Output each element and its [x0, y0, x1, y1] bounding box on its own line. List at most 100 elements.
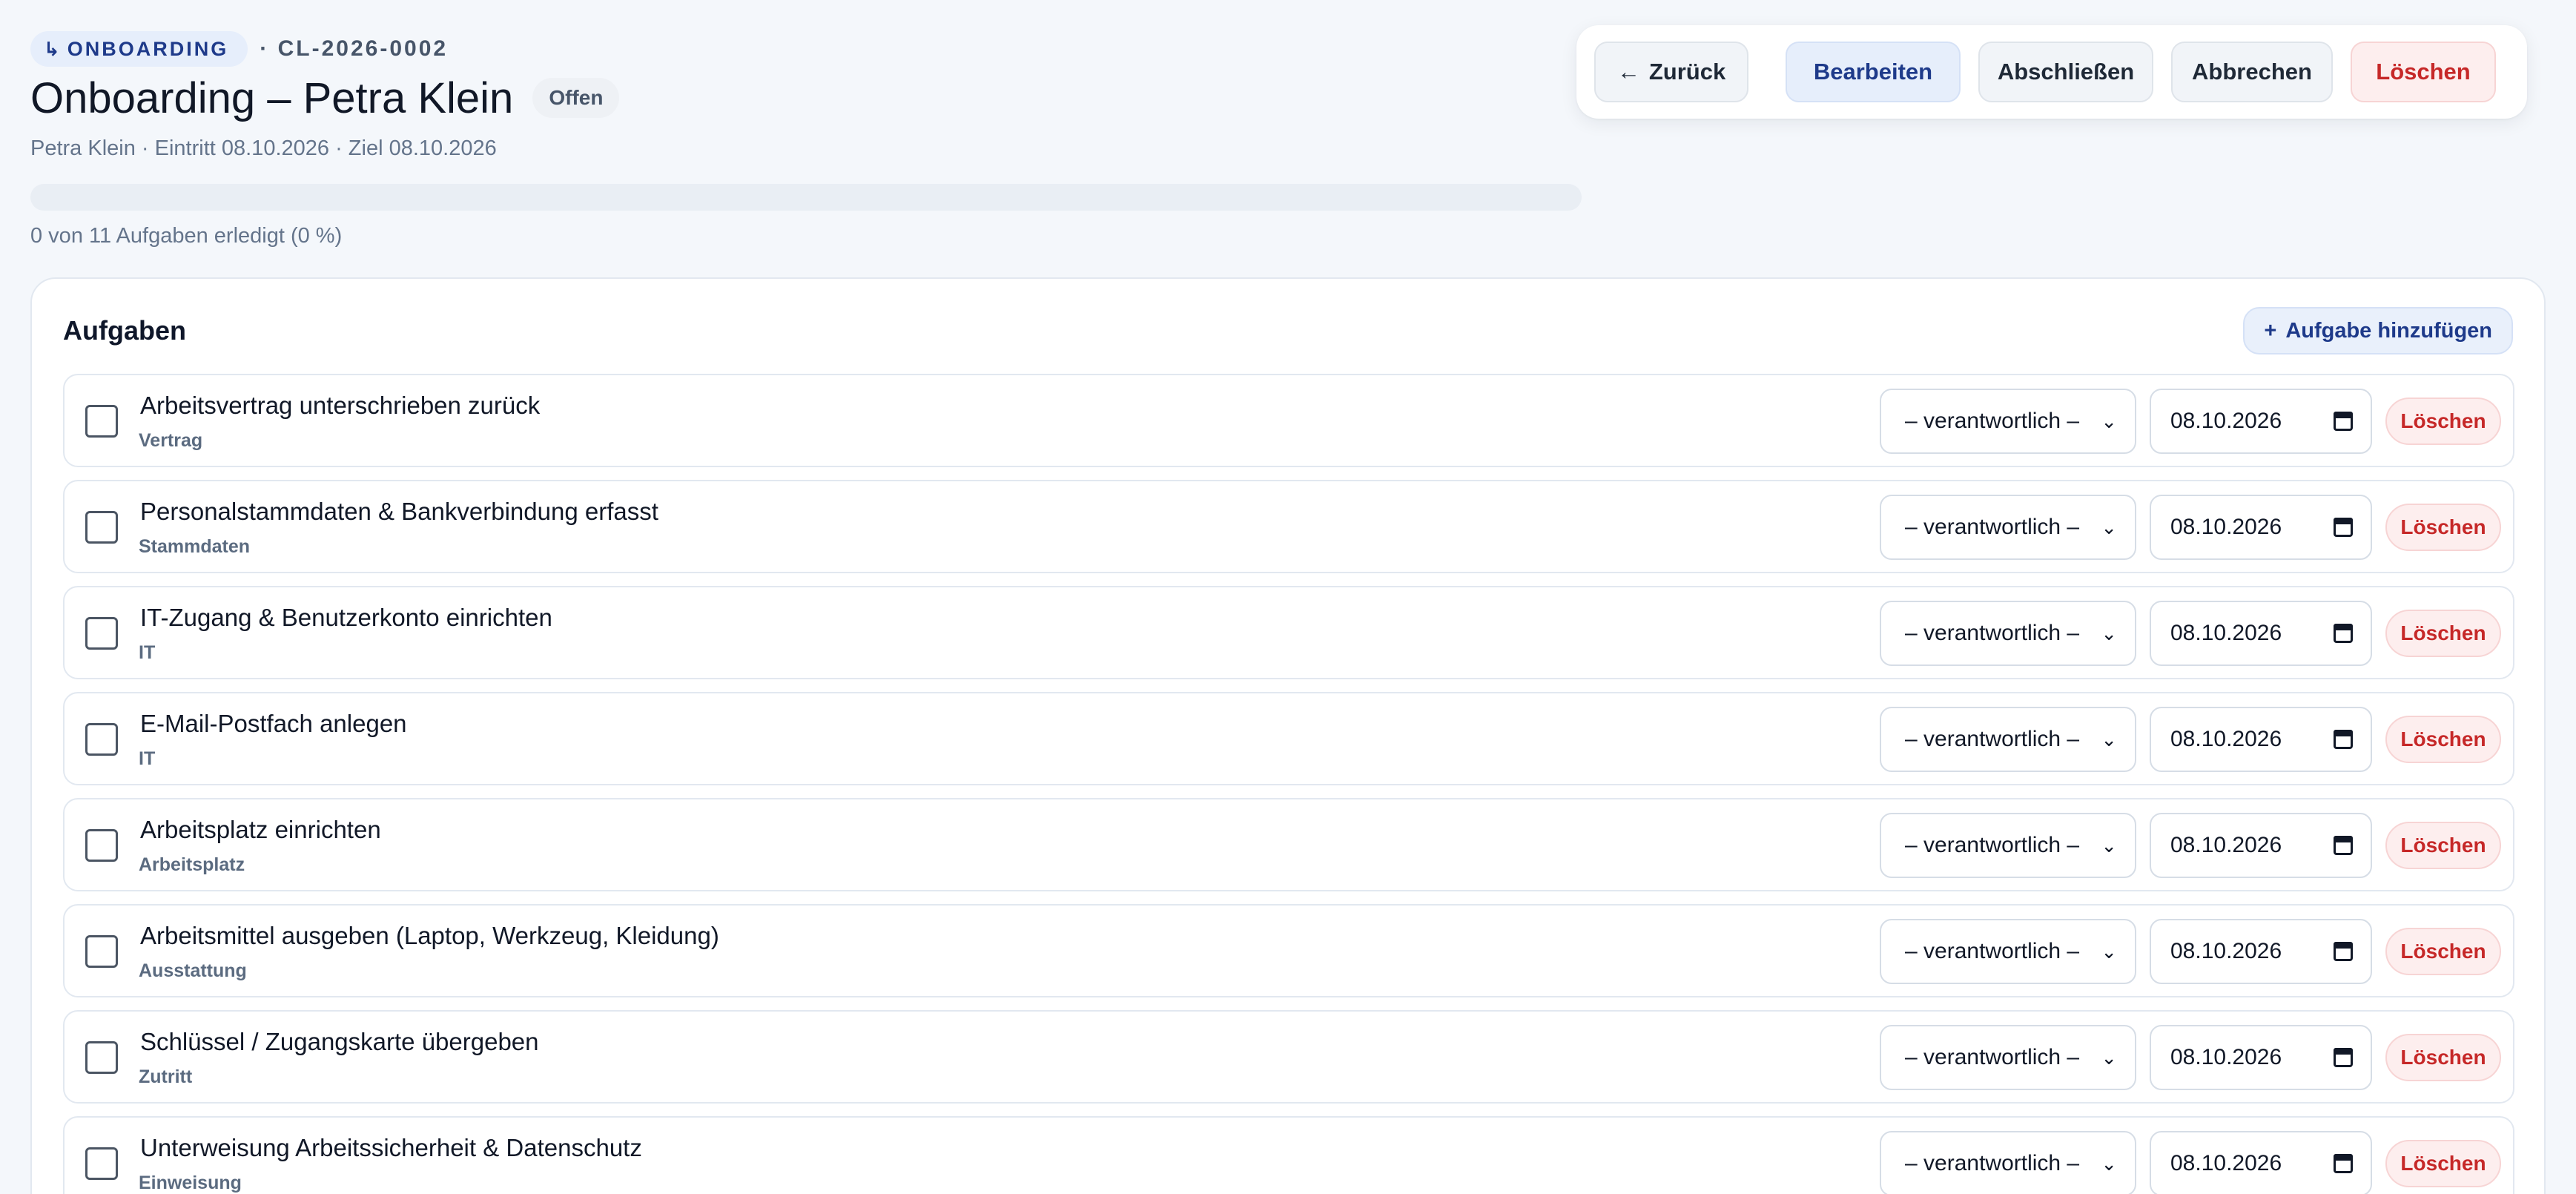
- calendar-icon[interactable]: [2334, 624, 2353, 643]
- chevron-down-icon: ⌄: [2101, 621, 2117, 644]
- task-delete-button[interactable]: Löschen: [2385, 716, 2501, 763]
- calendar-icon[interactable]: [2334, 412, 2353, 431]
- task-title: Unterweisung Arbeitssicherheit & Datensc…: [140, 1134, 642, 1161]
- task-row: IT-Zugang & Benutzerkonto einrichten IT – …: [63, 586, 2514, 679]
- due-date-input[interactable]: 08.10.2026: [2150, 601, 2372, 666]
- task-title: Arbeitsvertrag unterschrieben zurück: [140, 392, 541, 419]
- due-date-input[interactable]: 08.10.2026: [2150, 495, 2372, 560]
- calendar-icon[interactable]: [2334, 836, 2353, 855]
- task-delete-button[interactable]: Löschen: [2385, 610, 2501, 657]
- task-checkbox[interactable]: [85, 1147, 118, 1180]
- assignee-value: – verantwortlich –: [1905, 939, 2080, 963]
- due-date-input[interactable]: 08.10.2026: [2150, 389, 2372, 454]
- task-checkbox[interactable]: [85, 829, 118, 862]
- cancel-button[interactable]: Abbrechen: [2171, 42, 2333, 102]
- assignee-select[interactable]: – verantwortlich – ⌄: [1880, 495, 2136, 560]
- arrow-left-icon: ←: [1616, 59, 1640, 85]
- case-detail-page: ↳ ONBOARDING · CL-2026-0002 Onboarding –…: [30, 0, 2546, 1194]
- chevron-down-icon: ⌄: [2101, 940, 2117, 963]
- task-checkbox[interactable]: [85, 405, 118, 438]
- chevron-down-icon: ⌄: [2101, 515, 2117, 538]
- assignee-value: – verantwortlich –: [1905, 621, 2080, 645]
- case-subtitle: Petra Klein · Eintritt 08.10.2026 · Ziel…: [30, 136, 497, 160]
- chevron-down-icon: ⌄: [2101, 409, 2117, 432]
- case-kind-badge: ↳ ONBOARDING: [30, 31, 248, 67]
- back-button[interactable]: ← Zurück: [1594, 42, 1748, 102]
- add-task-label: Aufgabe hinzufügen: [2285, 318, 2492, 343]
- case-id: · CL-2026-0002: [260, 36, 449, 61]
- complete-button[interactable]: Abschließen: [1978, 42, 2153, 102]
- due-date-value: 08.10.2026: [2170, 939, 2282, 963]
- task-delete-button[interactable]: Löschen: [2385, 504, 2501, 551]
- action-toolbar: ← Zurück Bearbeiten Abschließen Abbreche…: [1576, 25, 2527, 119]
- assignee-select[interactable]: – verantwortlich – ⌄: [1880, 813, 2136, 878]
- task-row: Arbeitsvertrag unterschrieben zurück Vert…: [63, 374, 2514, 467]
- task-title: Arbeitsmittel ausgeben (Laptop, Werkzeug…: [140, 922, 719, 949]
- task-title: E-Mail-Postfach anlegen: [140, 710, 407, 737]
- due-date-value: 08.10.2026: [2170, 409, 2282, 433]
- back-label: Zurück: [1648, 59, 1726, 85]
- assignee-select[interactable]: – verantwortlich – ⌄: [1880, 707, 2136, 772]
- due-date-value: 08.10.2026: [2170, 621, 2282, 645]
- due-date-value: 08.10.2026: [2170, 1045, 2282, 1069]
- task-row: Arbeitsplatz einrichten Arbeitsplatz – ver…: [63, 798, 2514, 891]
- assignee-value: – verantwortlich –: [1905, 833, 2080, 857]
- status-badge: Offen: [532, 78, 620, 118]
- task-checkbox[interactable]: [85, 1041, 118, 1074]
- task-category: Einweisung: [139, 1172, 242, 1193]
- task-delete-button[interactable]: Löschen: [2385, 822, 2501, 869]
- task-row: Personalstammdaten & Bankverbindung erfa…: [63, 480, 2514, 573]
- assignee-value: – verantwortlich –: [1905, 409, 2080, 433]
- case-kind-label: ONBOARDING: [67, 37, 229, 60]
- task-delete-button[interactable]: Löschen: [2385, 1140, 2501, 1187]
- task-title: Arbeitsplatz einrichten: [140, 816, 381, 843]
- task-checkbox[interactable]: [85, 935, 118, 968]
- task-delete-button[interactable]: Löschen: [2385, 928, 2501, 975]
- case-kicker: ↳ ONBOARDING · CL-2026-0002: [30, 31, 448, 67]
- due-date-input[interactable]: 08.10.2026: [2150, 1025, 2372, 1090]
- task-category: IT: [139, 642, 156, 663]
- due-date-input[interactable]: 08.10.2026: [2150, 707, 2372, 772]
- task-title: IT-Zugang & Benutzerkonto einrichten: [140, 604, 552, 631]
- task-list: Arbeitsvertrag unterschrieben zurück Vert…: [63, 374, 2514, 1194]
- due-date-input[interactable]: 08.10.2026: [2150, 813, 2372, 878]
- calendar-icon[interactable]: [2334, 1154, 2353, 1173]
- calendar-icon[interactable]: [2334, 518, 2353, 537]
- title-row: Onboarding – Petra Klein Offen: [30, 71, 620, 125]
- task-checkbox[interactable]: [85, 723, 118, 756]
- tasks-card-title: Aufgaben: [63, 315, 186, 346]
- task-delete-button[interactable]: Löschen: [2385, 1034, 2501, 1081]
- task-category: Arbeitsplatz: [139, 854, 245, 875]
- assignee-select[interactable]: – verantwortlich – ⌄: [1880, 601, 2136, 666]
- task-row: Arbeitsmittel ausgeben (Laptop, Werkzeug…: [63, 904, 2514, 997]
- task-row: Unterweisung Arbeitssicherheit & Datensc…: [63, 1116, 2514, 1194]
- task-checkbox[interactable]: [85, 511, 118, 544]
- tasks-card: Aufgaben + Aufgabe hinzufügen Arbeitsver…: [30, 277, 2546, 1194]
- delete-button[interactable]: Löschen: [2351, 42, 2496, 102]
- assignee-select[interactable]: – verantwortlich – ⌄: [1880, 389, 2136, 454]
- due-date-value: 08.10.2026: [2170, 515, 2282, 539]
- assignee-select[interactable]: – verantwortlich – ⌄: [1880, 1131, 2136, 1194]
- task-checkbox[interactable]: [85, 617, 118, 650]
- task-title: Schlüssel / Zugangskarte übergeben: [140, 1028, 539, 1055]
- calendar-icon[interactable]: [2334, 942, 2353, 961]
- task-delete-button[interactable]: Löschen: [2385, 398, 2501, 445]
- assignee-select[interactable]: – verantwortlich – ⌄: [1880, 1025, 2136, 1090]
- edit-button[interactable]: Bearbeiten: [1786, 42, 1961, 102]
- assignee-value: – verantwortlich –: [1905, 727, 2080, 751]
- tasks-card-header: Aufgaben + Aufgabe hinzufügen: [63, 307, 2513, 354]
- task-category: Zutritt: [139, 1066, 193, 1087]
- task-row: Schlüssel / Zugangskarte übergeben Zutrit…: [63, 1010, 2514, 1104]
- assignee-value: – verantwortlich –: [1905, 1151, 2080, 1175]
- due-date-value: 08.10.2026: [2170, 833, 2282, 857]
- assignee-select[interactable]: – verantwortlich – ⌄: [1880, 919, 2136, 984]
- calendar-icon[interactable]: [2334, 1048, 2353, 1067]
- task-row: E-Mail-Postfach anlegen IT – verantwortlic…: [63, 692, 2514, 785]
- due-date-input[interactable]: 08.10.2026: [2150, 919, 2372, 984]
- due-date-input[interactable]: 08.10.2026: [2150, 1131, 2372, 1194]
- calendar-icon[interactable]: [2334, 730, 2353, 749]
- add-task-button[interactable]: + Aufgabe hinzufügen: [2243, 307, 2513, 354]
- progress-bar: [30, 184, 1582, 211]
- task-category: IT: [139, 748, 156, 769]
- task-title: Personalstammdaten & Bankverbindung erfa…: [140, 498, 658, 525]
